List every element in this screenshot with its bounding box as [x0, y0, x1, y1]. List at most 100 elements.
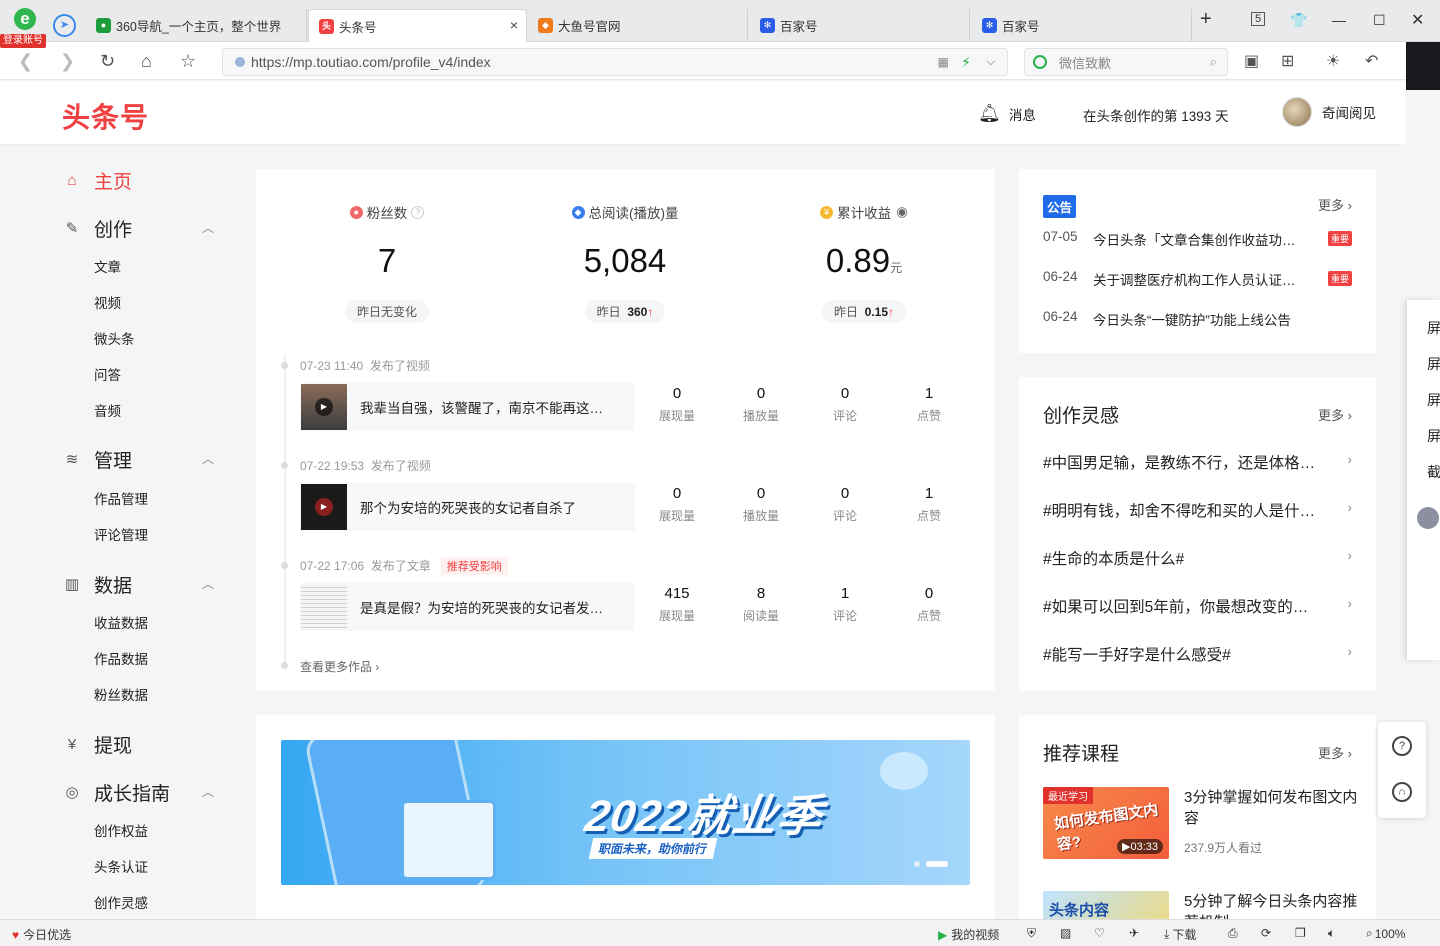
feed-item[interactable]: ▶ 我辈当自强，该警醒了，南京不能再这… — [300, 383, 635, 431]
sidebar-item-income-data[interactable]: 收益数据 — [94, 612, 148, 632]
sidebar-item-inspiration[interactable]: 创作灵感 — [94, 892, 148, 912]
announcement-item[interactable]: 06-24 今日头条“一键防护”功能上线公告 — [1043, 309, 1352, 329]
tab-dayu[interactable]: ◆ 大鱼号官网 — [528, 9, 748, 42]
chevron-down-icon[interactable]: ⌵ — [987, 56, 995, 69]
forward-icon[interactable]: ❯ — [60, 51, 75, 72]
courses-more-link[interactable]: 更多 › — [1318, 743, 1352, 762]
sidebar-item-withdraw[interactable]: ¥ 提现 — [62, 731, 132, 758]
reload-icon[interactable]: ↻ — [100, 51, 115, 72]
window-icon[interactable]: ❐ — [1295, 926, 1306, 940]
brand-logo[interactable]: 头条号 — [62, 96, 149, 136]
url-field[interactable]: https://mp.toutiao.com/profile_v4/index … — [222, 48, 1008, 76]
inspiration-item[interactable]: #能写一手好字是什么感受# › — [1043, 643, 1352, 665]
headset-icon[interactable]: ∩ — [1392, 782, 1412, 802]
back-icon[interactable]: ❮ — [18, 51, 33, 72]
sidebar-item-manage[interactable]: ≋ 管理 — [62, 446, 132, 473]
announcement-item[interactable]: 06-24 关于调整医疗机构工作人员认证… 重要 — [1043, 269, 1352, 289]
smiley-icon[interactable] — [1417, 507, 1439, 529]
sidebar-item-microtoutiao[interactable]: 微头条 — [94, 328, 135, 348]
help-icon[interactable]: ? — [1392, 736, 1412, 756]
tab-baijia-2[interactable]: ✻ 百家号 — [972, 9, 1192, 42]
lightning-icon[interactable]: ⚡ — [961, 54, 971, 71]
course-title[interactable]: 5分钟了解今日头条内容推荐机制 — [1184, 891, 1364, 919]
popup-item[interactable]: 截 — [1427, 462, 1440, 482]
qr-icon[interactable]: ▦ — [938, 55, 949, 69]
course-title[interactable]: 3分钟掌握如何发布图文内容 — [1184, 787, 1364, 829]
home-icon[interactable]: ⌂ — [141, 51, 152, 72]
announcements-more-link[interactable]: 更多 › — [1318, 195, 1352, 214]
sidebar-item-qa[interactable]: 问答 — [94, 364, 121, 384]
messages-button[interactable]: 🔔︎ 消息 — [978, 103, 1036, 124]
sidebar-item-works-manage[interactable]: 作品管理 — [94, 488, 148, 508]
avatar[interactable] — [1282, 97, 1312, 127]
heart-outline-icon[interactable]: ♡ — [1094, 926, 1105, 940]
sidebar-item-home[interactable]: ⌂ 主页 — [62, 167, 132, 194]
feed-item[interactable]: 是真是假？为安培的死哭丧的女记者发… — [300, 583, 635, 631]
close-tab-icon[interactable]: × — [510, 17, 518, 33]
browser-logo-icon[interactable]: e — [10, 8, 40, 36]
reader-icon[interactable]: ▣ — [1244, 51, 1259, 71]
popup-item[interactable]: 屏 — [1427, 426, 1440, 446]
inspiration-item[interactable]: #中国男足输，是教练不行，还是体格… › — [1043, 451, 1352, 473]
username[interactable]: 奇闻阅见 — [1322, 102, 1376, 122]
popup-item[interactable]: 屏 — [1427, 318, 1440, 338]
user-menu[interactable]: 奇闻阅见 — [1282, 97, 1376, 127]
sidebar-item-works-data[interactable]: 作品数据 — [94, 648, 148, 668]
sidebar-item-audio[interactable]: 音频 — [94, 400, 121, 420]
volume-icon[interactable]: 🔈︎ — [1328, 926, 1335, 941]
sidebar-item-growth[interactable]: ◎ 成长指南 — [62, 779, 170, 806]
login-badge[interactable]: 登录账号 — [0, 34, 46, 48]
help-icon[interactable]: ? — [411, 205, 425, 219]
print-icon[interactable]: ⎙ — [1228, 926, 1238, 941]
more-works-link[interactable]: 查看更多作品 › — [300, 658, 379, 675]
shield-icon[interactable]: ⛨ — [1027, 926, 1036, 941]
course-cover[interactable]: 最近学习 如何发布图文内容? ▶03:33 — [1043, 787, 1169, 859]
chevron-up-icon[interactable]: ︿ — [202, 219, 214, 236]
feed-item[interactable]: ▶ 那个为安培的死哭丧的女记者自杀了 — [300, 483, 635, 531]
sidebar-item-video[interactable]: 视频 — [94, 292, 121, 312]
chevron-up-icon[interactable]: ︿ — [202, 783, 214, 800]
close-window-icon[interactable]: ✕ — [1411, 10, 1424, 30]
inspiration-item[interactable]: #明明有钱，却舍不得吃和买的人是什… › — [1043, 499, 1352, 521]
minimize-icon[interactable]: — — [1332, 12, 1346, 28]
new-tab-button[interactable]: + — [1200, 8, 1212, 31]
chevron-up-icon[interactable]: ︿ — [202, 575, 214, 592]
sidebar-item-fans-data[interactable]: 粉丝数据 — [94, 684, 148, 704]
apps-grid-icon[interactable]: ⊞ — [1281, 51, 1294, 71]
tab-count-icon[interactable]: 5 — [1251, 12, 1266, 26]
popup-item[interactable]: 屏 — [1427, 354, 1440, 374]
inspiration-item[interactable]: #生命的本质是什么# › — [1043, 547, 1352, 569]
zoom-level[interactable]: ⌕ 100% — [1366, 926, 1405, 941]
rocket-icon[interactable]: ✈ — [1129, 926, 1139, 940]
maximize-icon[interactable]: ☐ — [1373, 12, 1386, 29]
sidebar-item-article[interactable]: 文章 — [94, 256, 121, 276]
inspiration-more-link[interactable]: 更多 › — [1318, 405, 1352, 424]
image-icon[interactable]: ▨ — [1060, 926, 1071, 940]
tab-360[interactable]: ● 360导航_一个主页，整个世界 — [86, 9, 307, 42]
announcement-item[interactable]: 07-05 今日头条「文章合集创作收益功… 重要 — [1043, 229, 1352, 249]
undo-icon[interactable]: ↶ — [1365, 51, 1378, 71]
inspiration-item[interactable]: #如果可以回到5年前，你最想改变的… › — [1043, 595, 1352, 617]
tab-baijia-1[interactable]: ✻ 百家号 — [750, 9, 970, 42]
feed-title[interactable]: 那个为安培的死哭丧的女记者自杀了 — [360, 497, 618, 517]
carousel-indicator[interactable] — [914, 861, 948, 867]
brightness-icon[interactable]: ☀ — [1326, 51, 1340, 71]
today-picks[interactable]: ♥ 今日优选 — [12, 926, 71, 943]
popup-item[interactable]: 屏 — [1427, 390, 1440, 410]
sidebar-item-comments-manage[interactable]: 评论管理 — [94, 524, 148, 544]
my-videos-button[interactable]: ▶ 我的视频 — [938, 926, 999, 943]
navigation-icon[interactable]: ➤ — [53, 14, 76, 37]
chevron-up-icon[interactable]: ︿ — [202, 450, 214, 467]
shirt-icon[interactable]: 👕 — [1290, 12, 1307, 29]
course-cover[interactable]: 头条内容 — [1043, 891, 1169, 919]
sidebar-item-data[interactable]: ▥ 数据 — [62, 571, 132, 598]
feed-title[interactable]: 我辈当自强，该警醒了，南京不能再这… — [360, 397, 618, 417]
course-item[interactable]: 头条内容 5分钟了解今日头条内容推荐机制 — [1043, 891, 1364, 919]
campaign-banner[interactable]: 2022就业季 职面未来，助你前行 — [281, 740, 970, 885]
search-icon[interactable]: ⌕ — [1210, 54, 1217, 70]
sidebar-item-certification[interactable]: 头条认证 — [94, 856, 148, 876]
download-button[interactable]: ⤓ 下载 — [1164, 926, 1196, 943]
tab-toutiao[interactable]: 头条 头条号 × — [308, 9, 527, 46]
browser-search-input[interactable]: 微信致歉 ⌕ — [1024, 48, 1228, 76]
eye-icon[interactable]: ◉ — [896, 204, 908, 220]
